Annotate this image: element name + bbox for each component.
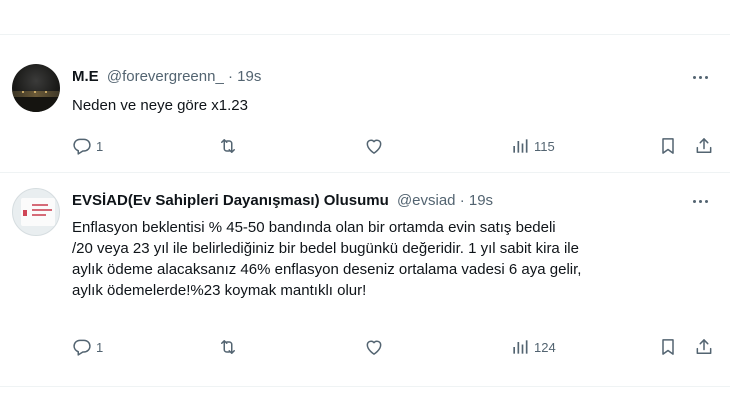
bottom-border — [0, 386, 730, 387]
tweet[interactable]: EVSİAD(Ev Sahipleri Dayanışması) Olusumu… — [0, 180, 730, 386]
share-button[interactable] — [694, 335, 714, 359]
top-border — [0, 34, 730, 35]
retweet-icon — [221, 139, 235, 153]
views-count: 124 — [534, 339, 556, 355]
bookmark-icon — [662, 339, 674, 355]
like-icon — [366, 139, 382, 154]
like-icon — [366, 340, 382, 355]
tweet-actions: 1 115 — [72, 134, 712, 158]
share-icon — [696, 138, 712, 153]
reply-button[interactable]: 1 — [72, 335, 103, 359]
views-count: 115 — [534, 138, 555, 154]
display-name[interactable]: EVSİAD(Ev Sahipleri Dayanışması) Olusumu — [72, 192, 389, 209]
retweet-icon — [221, 340, 235, 354]
reply-count: 1 — [96, 138, 104, 154]
separator-dot: · — [227, 68, 233, 85]
tweet-text: Neden ve neye göre x1.23 — [72, 97, 248, 114]
tweet-header: M.E @forevergreenn_ · 19s — [72, 67, 261, 87]
reply-icon — [73, 138, 91, 155]
reply-button[interactable]: 1 — [72, 134, 103, 158]
tweet-text: Enflasyon beklentisi % 45-50 bandında ol… — [72, 219, 582, 299]
retweet-button[interactable] — [218, 134, 238, 158]
bookmark-button[interactable] — [658, 134, 678, 158]
avatar[interactable] — [12, 64, 60, 112]
retweet-button[interactable] — [218, 335, 238, 359]
bookmark-icon — [662, 138, 674, 154]
user-handle[interactable]: @evsiad — [397, 192, 456, 209]
views-button[interactable]: 124 — [510, 335, 556, 359]
timestamp[interactable]: 19s — [237, 68, 261, 85]
more-icon[interactable] — [688, 65, 712, 89]
avatar[interactable] — [12, 188, 60, 236]
bookmark-button[interactable] — [658, 335, 678, 359]
display-name[interactable]: M.E — [72, 68, 99, 85]
like-button[interactable] — [364, 134, 384, 158]
share-icon — [696, 339, 712, 354]
separator-dot: · — [459, 192, 465, 209]
views-icon — [513, 139, 528, 153]
tweet-divider — [0, 172, 730, 173]
reply-count: 1 — [96, 339, 104, 355]
reply-icon — [73, 339, 91, 356]
tweet-header: EVSİAD(Ev Sahipleri Dayanışması) Olusumu… — [72, 191, 493, 211]
user-handle[interactable]: @forevergreenn_ — [107, 68, 224, 85]
views-button[interactable]: 115 — [510, 134, 555, 158]
timestamp[interactable]: 19s — [469, 192, 493, 209]
more-icon[interactable] — [688, 189, 712, 213]
like-button[interactable] — [364, 335, 384, 359]
tweet[interactable]: M.E @forevergreenn_ · 19s Neden ve neye … — [0, 56, 730, 172]
views-icon — [513, 340, 528, 354]
share-button[interactable] — [694, 134, 714, 158]
tweet-actions: 1 124 — [72, 335, 712, 359]
